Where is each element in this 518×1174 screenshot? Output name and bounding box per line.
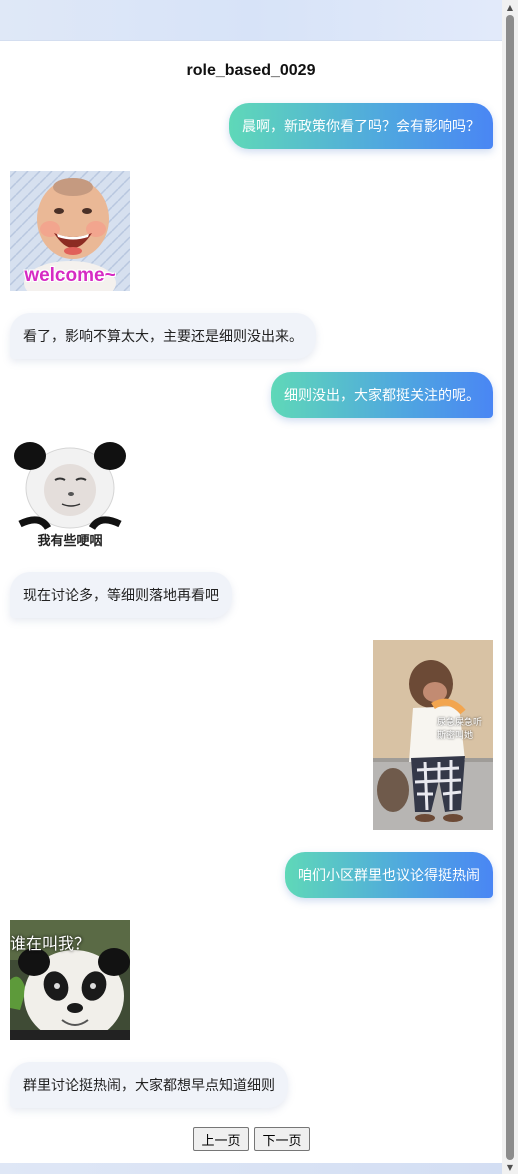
sticker-caption-line1: 尿急屎急听 xyxy=(437,718,483,728)
message-bubble-received: 现在讨论多，等细则落地再看吧 xyxy=(10,572,232,618)
sticker-panda-choked[interactable]: 我有些哽咽 xyxy=(10,440,130,550)
scroll-down-arrow-icon[interactable]: ▼ xyxy=(502,1160,518,1174)
prev-page-button[interactable]: 上一页 xyxy=(193,1127,249,1151)
sticker-caption: 我有些哽咽 xyxy=(37,534,103,549)
page-title: role_based_0029 xyxy=(186,62,316,79)
sticker-welcome-baby[interactable]: welcome~ xyxy=(10,171,130,291)
sticker-caption-line2: 斯密叫她 xyxy=(437,731,474,741)
scrollbar-thumb[interactable] xyxy=(506,15,514,1160)
sticker-panda-who[interactable]: 谁在叫我？ xyxy=(10,920,130,1040)
message-bubble-sent: 晨啊，新政策你看了吗？会有影响吗？ xyxy=(229,103,493,149)
vertical-scrollbar[interactable]: ▲ ▼ xyxy=(502,0,518,1174)
next-page-button[interactable]: 下一页 xyxy=(254,1127,310,1151)
message-bubble-received: 看了，影响不算太大，主要还是细则没出来。 xyxy=(10,313,316,359)
scroll-up-arrow-icon[interactable]: ▲ xyxy=(502,0,518,14)
footer-band xyxy=(0,1163,502,1174)
header-band xyxy=(0,0,502,41)
sticker-monkey[interactable]: 尿急屎急听 斯密叫她 xyxy=(373,640,493,830)
sticker-caption: 谁在叫我？ xyxy=(10,934,91,953)
sticker-caption: welcome~ xyxy=(24,265,116,286)
message-bubble-sent: 细则没出，大家都挺关注的呢。 xyxy=(271,372,493,418)
message-bubble-sent: 咱们小区群里也议论得挺热闹 xyxy=(285,852,493,898)
message-bubble-received: 群里讨论挺热闹，大家都想早点知道细则 xyxy=(10,1062,288,1108)
